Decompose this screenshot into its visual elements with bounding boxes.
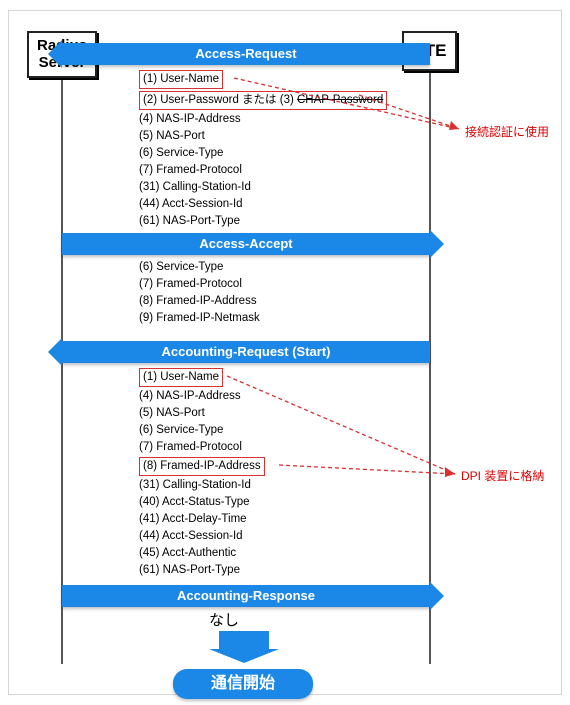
attr-item: (7) Framed-Protocol: [139, 276, 260, 293]
attr-framed-ip-2: (8) Framed-IP-Address: [139, 457, 265, 476]
attr-item: (9) Framed-IP-Netmask: [139, 310, 260, 327]
attr-item: (61) NAS-Port-Type: [139, 213, 387, 230]
attr-item: (7) Framed-Protocol: [139, 162, 387, 179]
attr-item: (40) Acct-Status-Type: [139, 494, 265, 511]
attr-item: (31) Calling-Station-Id: [139, 179, 387, 196]
attr-item: (6) Service-Type: [139, 259, 260, 276]
attr-item: (4) NAS-IP-Address: [139, 388, 265, 405]
attr-user-password-chap: (2) User-Password または (3) CHAP-Password: [139, 91, 387, 110]
attr-item: (41) Acct-Delay-Time: [139, 511, 265, 528]
attr-item: (4) NAS-IP-Address: [139, 111, 387, 128]
attr-item: (5) NAS-Port: [139, 405, 265, 422]
attr-item: (44) Acct-Session-Id: [139, 196, 387, 213]
attrs-accounting-request: (1) User-Name (4) NAS-IP-Address (5) NAS…: [139, 367, 265, 579]
arrow-accounting-request: Accounting-Request (Start): [62, 341, 430, 363]
attr-item: (45) Acct-Authentic: [139, 545, 265, 562]
attrs-access-request: (1) User-Name (2) User-Password または (3) …: [139, 69, 387, 230]
attr-item: (6) Service-Type: [139, 145, 387, 162]
down-arrow-icon: [219, 631, 269, 649]
attr-item: (6) Service-Type: [139, 422, 265, 439]
attr-user-name-2: (1) User-Name: [139, 368, 223, 387]
attr-item: (61) NAS-Port-Type: [139, 562, 265, 579]
arrow-access-request: Access-Request: [62, 43, 430, 65]
attr-item: (7) Framed-Protocol: [139, 439, 265, 456]
attr-item: (5) NAS-Port: [139, 128, 387, 145]
attr-user-name: (1) User-Name: [139, 70, 223, 89]
state-communication-start: 通信開始: [173, 669, 313, 699]
attrs-none: なし: [209, 609, 239, 630]
arrow-access-accept: Access-Accept: [62, 233, 430, 255]
attr-item: (31) Calling-Station-Id: [139, 477, 265, 494]
diagram-frame: Radius Server NTE Access-Request (1) Use…: [8, 10, 562, 695]
attr-item: (8) Framed-IP-Address: [139, 293, 260, 310]
attr-item: (44) Acct-Session-Id: [139, 528, 265, 545]
note-dpi: DPI 装置に格納: [461, 467, 544, 484]
attrs-access-accept: (6) Service-Type (7) Framed-Protocol (8)…: [139, 259, 260, 327]
arrow-accounting-response: Accounting-Response: [62, 585, 430, 607]
note-auth: 接続認証に使用: [465, 123, 549, 140]
